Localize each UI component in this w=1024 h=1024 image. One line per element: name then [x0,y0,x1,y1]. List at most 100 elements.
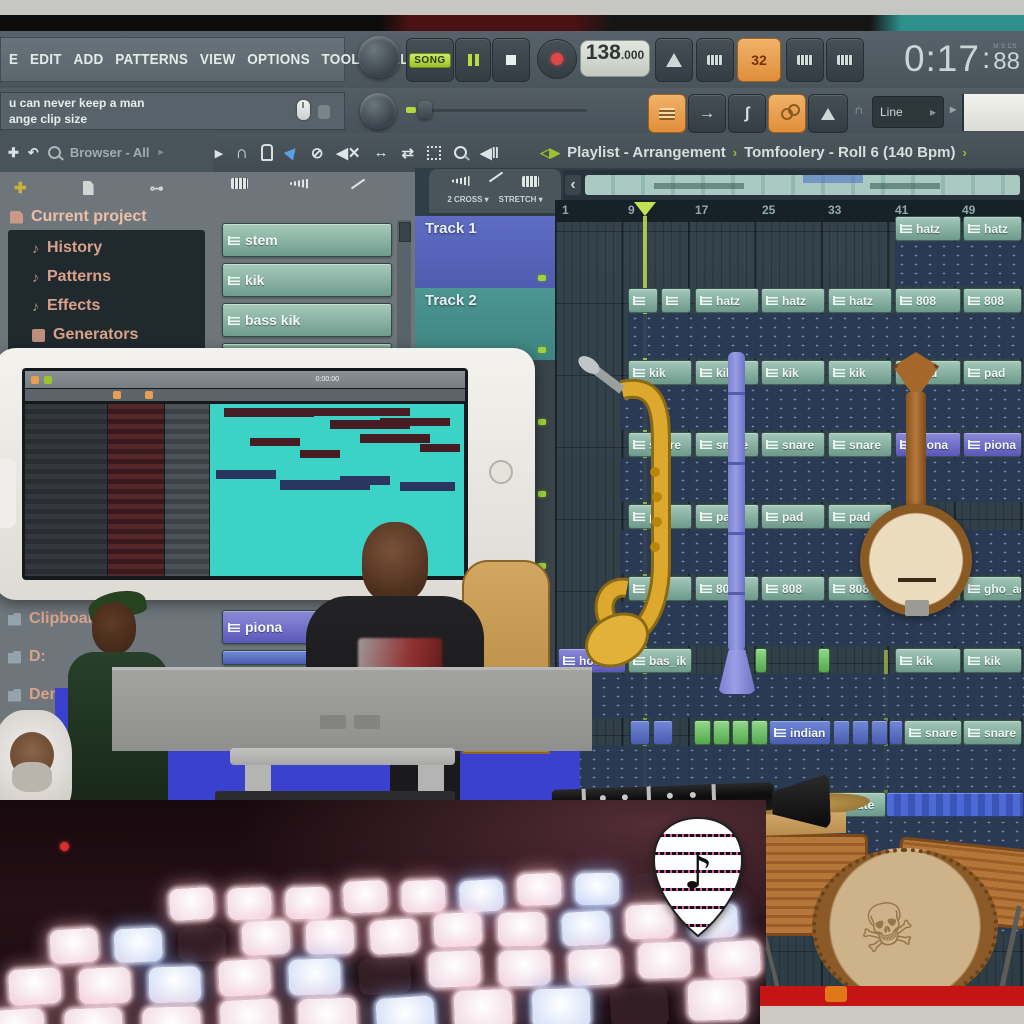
playlist-clip-808[interactable]: 808 [761,576,825,601]
playlist-clip-hatz[interactable]: hatz [695,288,759,313]
piano-tab-icon[interactable] [522,176,539,187]
playlist-clip-snare[interactable]: snare [761,432,825,457]
playlist-clip-snare[interactable]: snare [963,720,1022,745]
playlist-clip-hatz[interactable]: hatz [963,216,1022,241]
playlist-grid-button[interactable] [648,94,686,133]
menu-item-patterns[interactable]: PATTERNS [115,51,188,68]
metronome-button[interactable] [655,38,693,82]
master-pitch-knob[interactable] [360,93,396,129]
playlist-clip-indian[interactable]: indian [769,720,831,745]
playlist-clip-hatz[interactable]: hatz [828,288,892,313]
scrollbar-track[interactable] [585,175,1020,195]
waveform-icon[interactable] [290,179,308,189]
tree-item-current-project[interactable]: Current project [10,208,147,226]
playlist-clip-808[interactable]: 808 [895,288,961,313]
tree-item-history[interactable]: ♪History [32,239,102,257]
slide-curve-button[interactable]: ʃ [728,94,766,133]
crossfade-tab[interactable]: 2 CROSS ▾ [447,195,488,204]
playlist-clip[interactable] [886,792,1024,817]
playlist-clip[interactable] [630,720,650,745]
plugin-icon[interactable]: ⊶ [150,180,164,197]
browser-arrow-icon[interactable]: ▸ [159,147,164,158]
wave-tab-icon[interactable] [452,176,470,186]
playlist-overview-scrollbar[interactable]: ‹ [563,170,1024,200]
playlist-clip-pad[interactable]: pad [761,504,825,529]
playlist-clip-snare[interactable]: snare [904,720,962,745]
main-volume-knob[interactable] [358,36,400,78]
playlist-clip[interactable] [713,720,730,745]
track-header-1[interactable]: Track 1 [415,216,555,288]
piano-icon[interactable] [231,178,248,189]
slider-handle[interactable] [418,101,432,119]
loop-record-button[interactable] [826,38,864,82]
playlist-clip-hatz[interactable]: hatz [895,216,961,241]
playlist-clip-piona[interactable]: piona [895,432,961,457]
paperclip-icon[interactable] [261,144,273,161]
playlist-clip-piona[interactable]: piona [963,432,1022,457]
arrow-small-icon[interactable]: ▸ [950,102,956,116]
magnet-icon[interactable]: ∩ [236,143,248,163]
tree-item-d-[interactable]: D: [8,648,46,666]
pattern-selector[interactable]: 32 [737,38,781,82]
search-icon[interactable] [48,146,61,159]
playhead-marker[interactable] [634,202,656,216]
delete-tool-icon[interactable]: ⊘ [311,144,324,162]
time-display[interactable]: 0:17 : M:S:CS 88 [862,32,1020,86]
draw-tool-icon[interactable] [284,144,300,160]
metronome-sound-button[interactable] [808,94,848,133]
breadcrumb-item[interactable]: Tomfoolery - Roll 6 (140 Bpm) [744,144,955,161]
tree-item-patterns[interactable]: ♪Patterns [32,268,111,286]
bpm-display[interactable]: 138.000 [580,40,650,77]
pattern-clip-stem[interactable]: stem [222,223,392,257]
playlist-clip[interactable] [653,720,673,745]
playlist-clip[interactable] [889,720,903,745]
playlist-clip-808[interactable]: 808 [963,288,1022,313]
zoom-tool-icon[interactable] [454,146,467,159]
undo-icon[interactable]: ↶ [28,145,39,161]
playlist-clip[interactable] [818,648,830,673]
pattern-clip-kik[interactable]: kik [222,263,392,297]
menu-item-edit[interactable]: EDIT [30,51,62,68]
tree-item-effects[interactable]: ♪Effects [32,297,100,315]
scroll-left-button[interactable]: ‹ [565,175,581,195]
stretch-tab[interactable]: STRETCH ▾ [499,195,543,204]
playlist-clip-kik[interactable]: kik [828,360,892,385]
line-tab-icon[interactable] [488,172,502,183]
playback-tool-icon[interactable]: ◀ǁ [480,144,499,162]
song-mode-button[interactable]: SONG [406,38,454,82]
countdown-button[interactable] [786,38,824,82]
select-tool-icon[interactable] [427,146,441,160]
stop-button[interactable] [492,38,530,82]
playlist-clip[interactable] [732,720,749,745]
playlist-clip[interactable] [661,288,691,313]
playlist-clip[interactable] [871,720,888,745]
detach-icon[interactable]: ▸ [215,144,223,162]
playlist-clip[interactable] [628,288,658,313]
playlist-clip[interactable] [751,720,768,745]
pin-icon[interactable]: ✚ [8,145,19,161]
typing-to-piano-button[interactable] [768,94,806,133]
record-button[interactable] [537,39,577,79]
playlist-clip-kik[interactable]: kik [895,648,961,673]
playlist-clip-gho_ad[interactable]: gho_ad [963,576,1022,601]
wait-for-input-button[interactable] [696,38,734,82]
menu-item-add[interactable]: ADD [74,51,104,68]
snap-selector[interactable]: Line ▸ [872,96,944,128]
playlist-clip-pad[interactable]: pad [963,360,1022,385]
mute-tool-icon[interactable]: ◀✕ [336,144,360,162]
menu-item-e[interactable]: E [9,51,18,68]
playlist-clip[interactable] [694,720,711,745]
playlist-clip-kik[interactable]: kik [963,648,1022,673]
slide-tool-icon[interactable]: ⇄ [402,144,415,162]
menu-item-view[interactable]: VIEW [200,51,236,68]
playlist-clip[interactable] [755,648,767,673]
playlist-clip-hatz[interactable]: hatz [761,288,825,313]
playlist-clip[interactable] [852,720,869,745]
move-icon[interactable]: ✚ [14,179,27,197]
pause-button[interactable] [455,38,491,82]
pattern-clip-bass-kik[interactable]: bass kik [222,303,392,337]
step-edit-button[interactable]: → [688,94,726,133]
shuffle-slider[interactable] [422,109,587,112]
playlist-clip-snare[interactable]: snare [828,432,892,457]
slip-tool-icon[interactable]: ↔ [374,144,389,161]
